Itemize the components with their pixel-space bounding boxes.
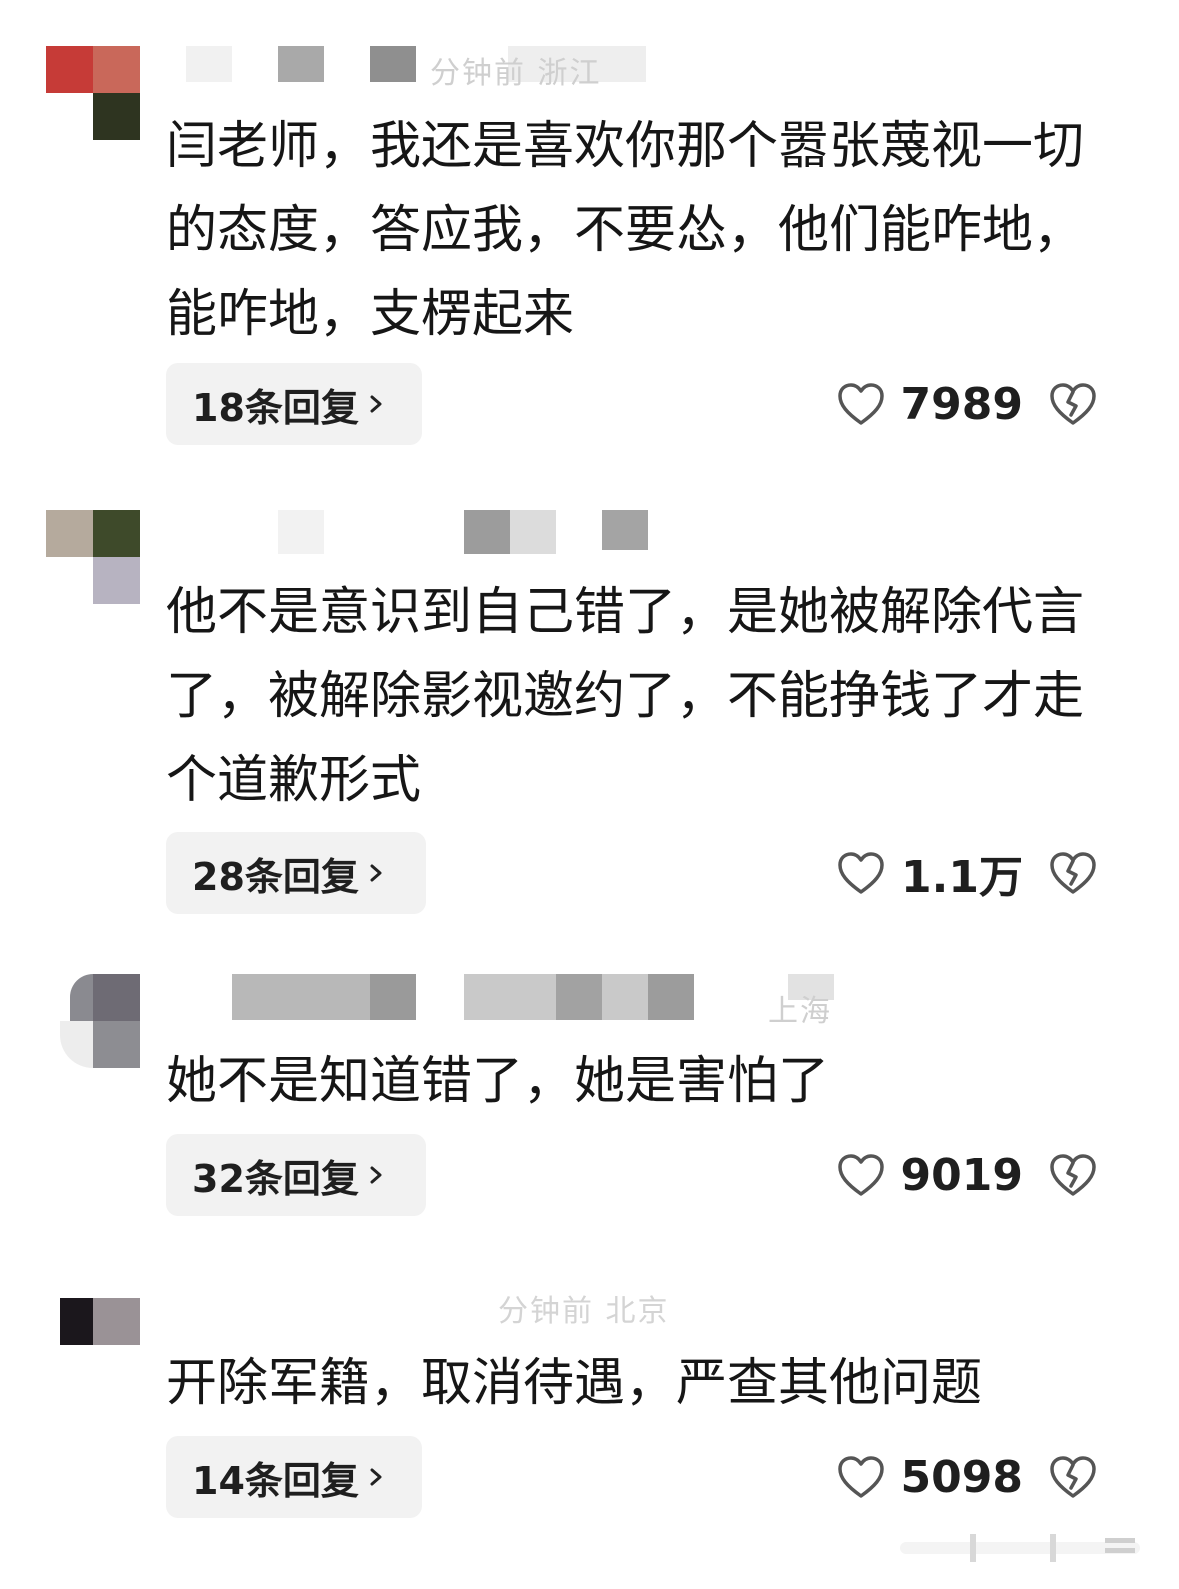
- broken-heart-icon[interactable]: [1049, 1454, 1097, 1500]
- like-count: 9019: [900, 1149, 1023, 1201]
- view-replies-button[interactable]: 28条回复: [166, 832, 426, 914]
- chevron-right-icon: [370, 1166, 382, 1184]
- chevron-right-icon: [370, 395, 382, 413]
- like-count: 7989: [900, 378, 1023, 430]
- heart-outline-icon[interactable]: [837, 1455, 885, 1499]
- view-replies-button[interactable]: 14条回复: [166, 1436, 422, 1518]
- comment-text: 闫老师，我还是喜欢你那个嚣张蔑视一切的态度，答应我，不要怂，他们能咋地，能咋地，…: [166, 117, 1085, 344]
- like-group: 9019: [837, 1145, 1097, 1205]
- like-group: 1.1万: [837, 843, 1097, 903]
- heart-outline-icon[interactable]: [837, 382, 885, 426]
- comment-meta: [168, 510, 868, 554]
- reply-count-label: 14条回复: [192, 1458, 359, 1503]
- view-replies-button[interactable]: 18条回复: [166, 363, 422, 445]
- like-count: 1.1万: [901, 852, 1023, 903]
- comment-meta-text: 上海: [768, 994, 832, 1029]
- comment-meta-text: 分钟前 北京: [498, 1294, 670, 1329]
- scroll-indicator: [900, 1534, 1140, 1562]
- like-count: 5098: [900, 1451, 1023, 1503]
- avatar[interactable]: [46, 974, 140, 1068]
- chevron-right-icon: [370, 864, 382, 882]
- comment-meta: 上海: [168, 974, 868, 1029]
- like-group: 5098: [837, 1447, 1097, 1507]
- comment-meta: 分钟前 浙江: [168, 46, 868, 91]
- comment-meta-text: 分钟前 浙江: [430, 56, 602, 91]
- broken-heart-icon[interactable]: [1049, 850, 1097, 896]
- avatar[interactable]: [46, 510, 140, 604]
- reply-count-label: 28条回复: [192, 854, 359, 899]
- heart-outline-icon[interactable]: [837, 1153, 885, 1197]
- comment-text: 他不是意识到自己错了，是她被解除代言了，被解除影视邀约了，不能挣钱了才走个道歉形…: [166, 583, 1085, 810]
- view-replies-button[interactable]: 32条回复: [166, 1134, 426, 1216]
- heart-outline-icon[interactable]: [837, 851, 885, 895]
- like-group: 7989: [837, 374, 1097, 434]
- broken-heart-icon[interactable]: [1049, 381, 1097, 427]
- comment-text: 她不是知道错了，她是害怕了: [166, 1052, 830, 1111]
- broken-heart-icon[interactable]: [1049, 1152, 1097, 1198]
- reply-count-label: 18条回复: [192, 385, 359, 430]
- avatar[interactable]: [46, 46, 140, 140]
- avatar[interactable]: [46, 1298, 140, 1392]
- reply-count-label: 32条回复: [192, 1156, 359, 1201]
- comment-text: 开除军籍，取消待遇，严查其他问题: [166, 1354, 983, 1413]
- comment-meta: 分钟前 北京: [168, 1294, 868, 1336]
- chevron-right-icon: [370, 1468, 382, 1486]
